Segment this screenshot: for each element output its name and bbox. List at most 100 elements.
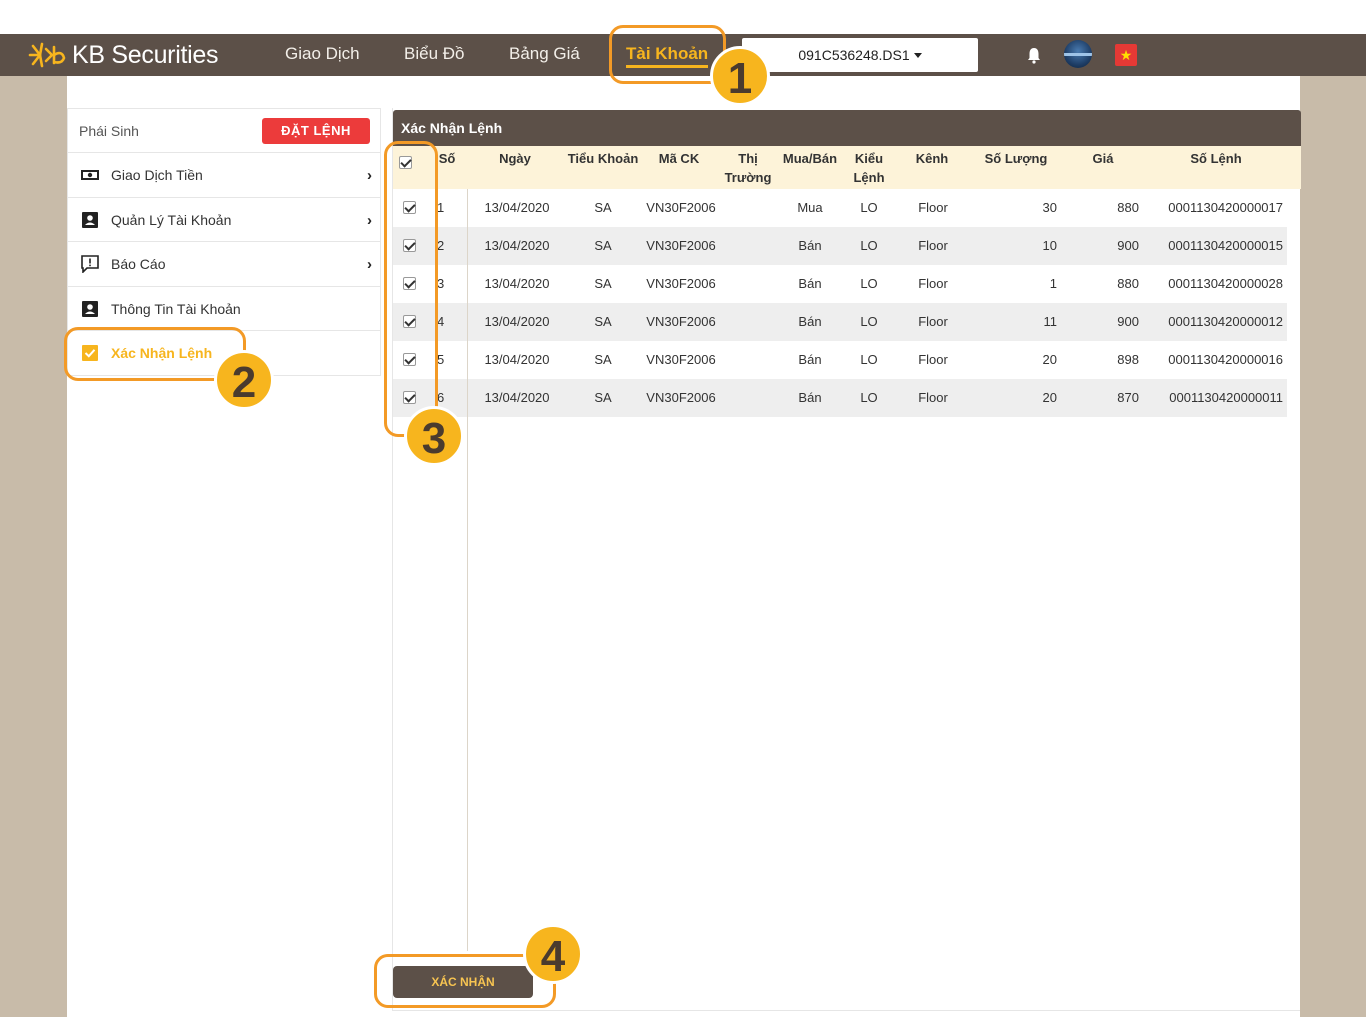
table-row[interactable]: 6 13/04/2020 SA VN30F2006 Bán LO Floor 20 870 000… bbox=[393, 379, 1287, 417]
sidebar-item-quan-ly-tai-khoan[interactable]: Quản Lý Tài Khoản › bbox=[68, 198, 380, 242]
col-header-so: Số bbox=[438, 151, 456, 166]
col-header-thi-truong: Thị Trường bbox=[724, 151, 772, 185]
cell-tieu-khoan: SA bbox=[594, 200, 612, 215]
callout-badge-3: 3 bbox=[404, 406, 464, 466]
col-header-ma-ck: Mã CK bbox=[658, 151, 700, 166]
cell-kenh: Floor bbox=[918, 238, 948, 253]
cell-ma-ck: VN30F2006 bbox=[646, 314, 716, 329]
cell-ma-ck: VN30F2006 bbox=[646, 352, 716, 367]
cell-kieu-lenh: LO bbox=[860, 352, 878, 367]
cash-icon bbox=[81, 170, 99, 180]
cell-so-luong: 20 bbox=[1042, 390, 1057, 405]
callout-frame-3 bbox=[384, 141, 438, 437]
cell-ngay: 13/04/2020 bbox=[484, 390, 550, 405]
callout-badge-4: 4 bbox=[523, 924, 583, 984]
column-divider bbox=[467, 189, 468, 951]
cell-so: 1 bbox=[437, 200, 445, 215]
cell-so-luong: 20 bbox=[1042, 352, 1057, 367]
cell-kenh: Floor bbox=[918, 390, 948, 405]
cell-mua-ban: Bán bbox=[798, 238, 822, 253]
cell-so-lenh: 0001130420000016 bbox=[1168, 352, 1283, 367]
cell-so: 2 bbox=[437, 238, 445, 253]
cell-ngay: 13/04/2020 bbox=[484, 200, 550, 215]
callout-badge-2: 2 bbox=[214, 350, 274, 410]
cell-so-lenh: 0001130420000011 bbox=[1169, 390, 1283, 405]
account-select-value: 091C536248.DS1 bbox=[798, 47, 910, 63]
col-header-kieu-lenh: Kiểu Lệnh bbox=[853, 151, 885, 185]
cell-so-luong: 30 bbox=[1042, 200, 1057, 215]
sidebar-title: Phái Sinh bbox=[79, 123, 139, 139]
table-row[interactable]: 4 13/04/2020 SA VN30F2006 Bán LO Floor 11 900 000… bbox=[393, 303, 1287, 341]
cell-ma-ck: VN30F2006 bbox=[646, 200, 716, 215]
account-select[interactable]: 091C536248.DS1 bbox=[742, 38, 978, 72]
avatar[interactable] bbox=[1064, 40, 1092, 68]
cell-ngay: 13/04/2020 bbox=[484, 352, 550, 367]
cell-kieu-lenh: LO bbox=[860, 238, 878, 253]
sidebar-header: Phái Sinh ĐẶT LỆNH bbox=[68, 109, 380, 153]
cell-thi-truong bbox=[723, 341, 773, 379]
cell-gia: 898 bbox=[1117, 352, 1139, 367]
cell-ma-ck: VN30F2006 bbox=[646, 390, 716, 405]
sidebar-item-label: Giao Dịch Tiền bbox=[111, 167, 203, 183]
cell-so-lenh: 0001130420000012 bbox=[1168, 314, 1283, 329]
cell-thi-truong bbox=[723, 189, 773, 227]
table-row[interactable]: 2 13/04/2020 SA VN30F2006 Bán LO Floor 10 900 000… bbox=[393, 227, 1287, 265]
nav-bang-gia[interactable]: Bảng Giá bbox=[509, 34, 580, 76]
col-header-kenh: Kênh bbox=[915, 151, 949, 166]
bell-icon[interactable] bbox=[1026, 46, 1042, 64]
cell-tieu-khoan: SA bbox=[594, 352, 612, 367]
vietnam-flag-icon[interactable]: ★ bbox=[1115, 44, 1137, 66]
table-row[interactable]: 1 13/04/2020 SA VN30F2006 Mua LO Floor 30 880 000… bbox=[393, 189, 1287, 227]
cell-ma-ck: VN30F2006 bbox=[646, 276, 716, 291]
cell-ngay: 13/04/2020 bbox=[484, 314, 550, 329]
col-header-so-lenh: Số Lệnh bbox=[1190, 151, 1242, 166]
account-card-icon bbox=[82, 211, 98, 228]
cell-kenh: Floor bbox=[918, 200, 948, 215]
cell-kieu-lenh: LO bbox=[860, 200, 878, 215]
cell-tieu-khoan: SA bbox=[594, 238, 612, 253]
sidebar-item-label: Thông Tin Tài Khoản bbox=[111, 300, 241, 317]
panel-title: Xác Nhận Lệnh bbox=[393, 110, 1301, 146]
col-header-gia: Giá bbox=[1092, 151, 1114, 166]
sidebar-item-giao-dich-tien[interactable]: Giao Dịch Tiền › bbox=[68, 153, 380, 198]
cell-kieu-lenh: LO bbox=[860, 390, 878, 405]
cell-mua-ban: Mua bbox=[797, 200, 823, 215]
sidebar-item-bao-cao[interactable]: Báo Cáo › bbox=[68, 242, 380, 287]
cell-thi-truong bbox=[723, 227, 773, 265]
brand-logo[interactable]: KB Securities bbox=[28, 40, 218, 70]
col-header-mua-ban: Mua/Bán bbox=[782, 151, 838, 166]
report-icon bbox=[81, 255, 99, 273]
order-confirm-panel: Xác Nhận Lệnh Số Ngày Tiểu Khoản Mã CK T… bbox=[392, 108, 1301, 1011]
col-header-ngay: Ngày bbox=[499, 151, 531, 166]
cell-so-luong: 11 bbox=[1043, 314, 1058, 329]
cell-tieu-khoan: SA bbox=[594, 276, 612, 291]
cell-thi-truong bbox=[723, 265, 773, 303]
cell-thi-truong bbox=[723, 303, 773, 341]
cell-gia: 900 bbox=[1117, 314, 1139, 329]
table-row[interactable]: 3 13/04/2020 SA VN30F2006 Bán LO Floor 1 880 0001… bbox=[393, 265, 1287, 303]
nav-bieu-do[interactable]: Biểu Đồ bbox=[404, 34, 464, 76]
cell-so-luong: 1 bbox=[1049, 276, 1057, 291]
cell-so-lenh: 0001130420000017 bbox=[1168, 200, 1283, 215]
cell-so-lenh: 0001130420000028 bbox=[1168, 276, 1283, 291]
cell-tieu-khoan: SA bbox=[594, 390, 612, 405]
cell-so: 4 bbox=[437, 314, 445, 329]
cell-ma-ck: VN30F2006 bbox=[646, 238, 716, 253]
cell-tieu-khoan: SA bbox=[594, 314, 612, 329]
col-header-so-luong: Số Lượng bbox=[984, 151, 1048, 166]
sidebar-item-label: Báo Cáo bbox=[111, 256, 166, 272]
cell-ngay: 13/04/2020 bbox=[484, 238, 550, 253]
nav-giao-dich[interactable]: Giao Dịch bbox=[285, 34, 360, 76]
cell-kieu-lenh: LO bbox=[860, 314, 878, 329]
kb-star-icon bbox=[28, 42, 66, 68]
place-order-button[interactable]: ĐẶT LỆNH bbox=[262, 118, 370, 144]
cell-mua-ban: Bán bbox=[798, 390, 822, 405]
cell-gia: 880 bbox=[1117, 200, 1139, 215]
cell-kenh: Floor bbox=[918, 352, 948, 367]
sidebar-item-thong-tin-tai-khoan[interactable]: Thông Tin Tài Khoản bbox=[68, 287, 380, 331]
cell-gia: 870 bbox=[1117, 390, 1139, 405]
table-row[interactable]: 5 13/04/2020 SA VN30F2006 Bán LO Floor 20 898 000… bbox=[393, 341, 1287, 379]
callout-badge-1: 1 bbox=[710, 46, 770, 106]
cell-kenh: Floor bbox=[918, 314, 948, 329]
cell-so-luong: 10 bbox=[1042, 238, 1057, 253]
